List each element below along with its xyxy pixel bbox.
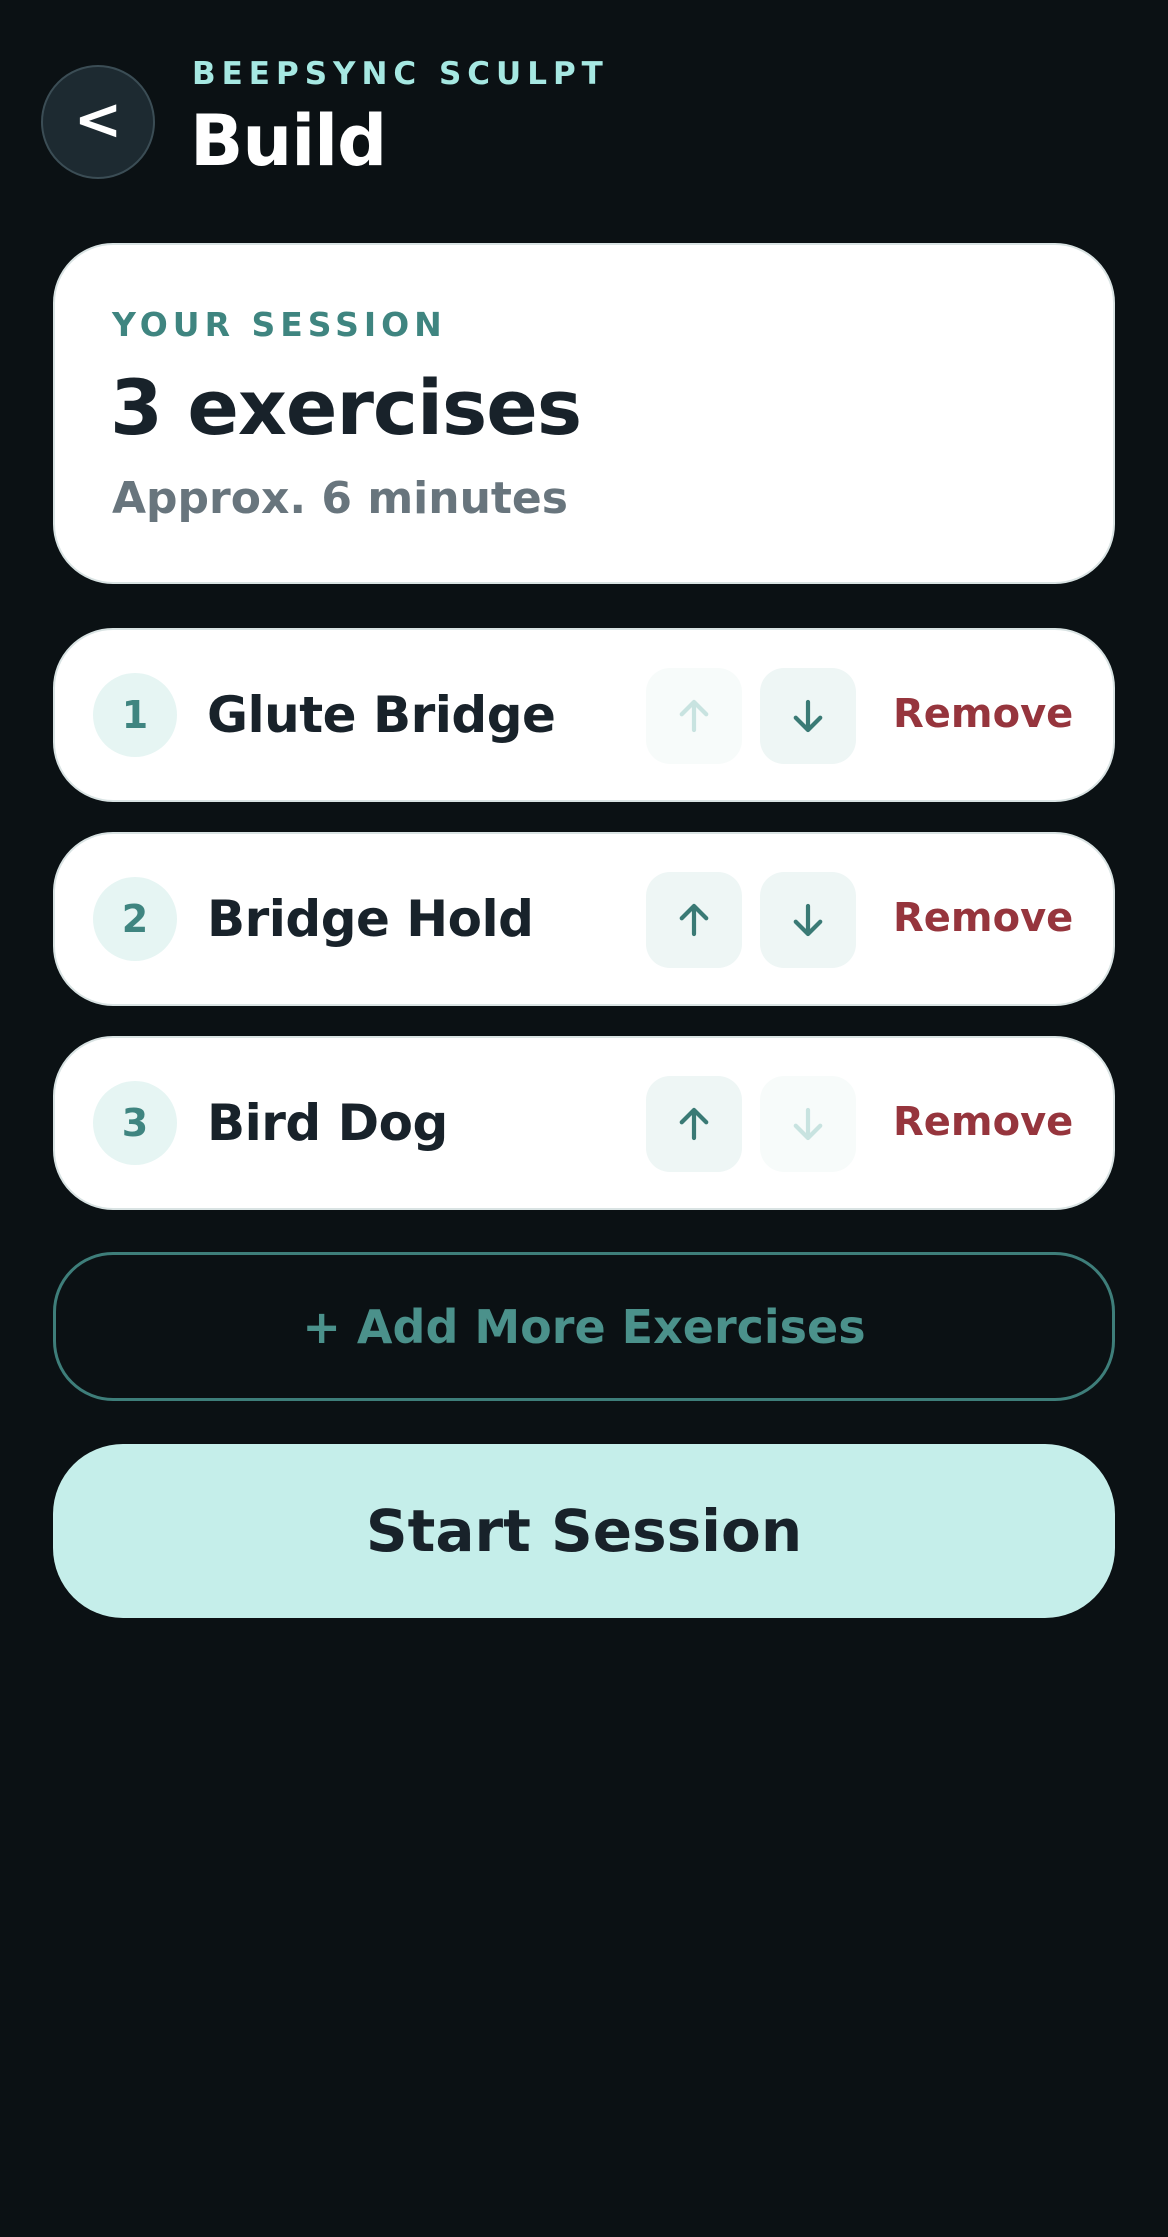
page-title: Build — [190, 100, 387, 182]
exercise-number-badge: 2 — [93, 877, 177, 961]
exercise-number-badge: 1 — [93, 673, 177, 757]
remove-button[interactable]: Remove — [893, 1099, 1073, 1145]
move-down-button[interactable] — [760, 1076, 856, 1172]
back-button-label: < — [73, 85, 123, 153]
session-summary-card: YOUR SESSION 3 exercises Approx. 6 minut… — [53, 243, 1115, 584]
move-down-button[interactable] — [760, 872, 856, 968]
remove-button[interactable]: Remove — [893, 895, 1073, 941]
move-up-button[interactable] — [646, 1076, 742, 1172]
session-label: YOUR SESSION — [112, 305, 447, 344]
app-name: BEEPSYNC SCULPT — [192, 56, 609, 92]
move-up-button[interactable] — [646, 668, 742, 764]
move-down-button[interactable] — [760, 668, 856, 764]
arrow-down-icon — [793, 699, 823, 733]
exercise-name: Glute Bridge — [207, 686, 556, 744]
arrow-up-icon — [679, 699, 709, 733]
arrow-down-icon — [793, 1107, 823, 1141]
arrow-down-icon — [793, 903, 823, 937]
arrow-up-icon — [679, 903, 709, 937]
exercise-row: 3 Bird Dog Remove — [53, 1036, 1115, 1210]
move-up-button[interactable] — [646, 872, 742, 968]
exercise-row: 1 Glute Bridge Remove — [53, 628, 1115, 802]
exercise-name: Bird Dog — [207, 1094, 448, 1152]
add-more-exercises-button[interactable]: + Add More Exercises — [53, 1252, 1115, 1401]
session-duration: Approx. 6 minutes — [112, 473, 568, 524]
arrow-up-icon — [679, 1107, 709, 1141]
remove-button[interactable]: Remove — [893, 691, 1073, 737]
exercise-row: 2 Bridge Hold Remove — [53, 832, 1115, 1006]
exercise-count: 3 exercises — [110, 363, 582, 452]
start-session-button[interactable]: Start Session — [53, 1444, 1115, 1618]
exercise-number-badge: 3 — [93, 1081, 177, 1165]
back-button[interactable]: < — [41, 65, 155, 179]
exercise-name: Bridge Hold — [207, 890, 534, 948]
